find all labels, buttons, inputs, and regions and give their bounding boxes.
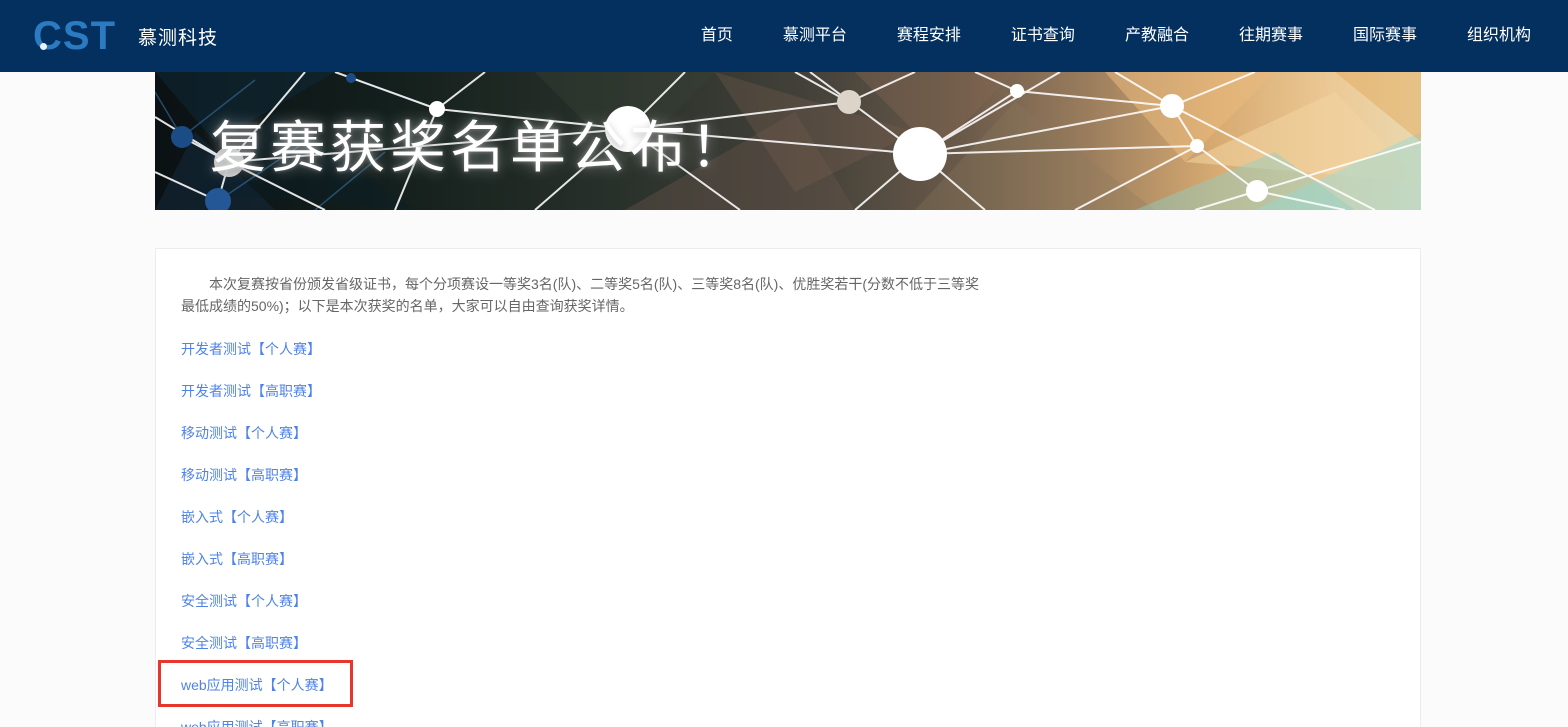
award-link-row: 嵌入式【高职赛】	[181, 550, 1395, 569]
award-link[interactable]: 安全测试【个人赛】	[181, 593, 307, 609]
award-link-row: 安全测试【个人赛】	[181, 592, 1395, 611]
award-link[interactable]: 嵌入式【个人赛】	[181, 509, 293, 525]
brand-logo[interactable]: CST 慕测科技	[33, 16, 218, 56]
award-link-row: 移动测试【高职赛】	[181, 466, 1395, 485]
award-link-row: 开发者测试【高职赛】	[181, 382, 1395, 401]
brand-name: 慕测科技	[138, 23, 218, 50]
award-link[interactable]: 开发者测试【个人赛】	[181, 341, 321, 357]
intro-line-2: 最低成绩的50%)；以下是本次获奖的名单，大家可以自由查询获奖详情。	[181, 295, 1395, 317]
nav-item[interactable]: 国际赛事	[1328, 0, 1442, 72]
award-link[interactable]: web应用测试【高职赛】	[181, 719, 333, 727]
intro-line-1: 本次复赛按省份颁发省级证书，每个分项赛设一等奖3名(队)、二等奖5名(队)、三等…	[181, 273, 1395, 295]
award-link-row: 开发者测试【个人赛】	[181, 340, 1395, 359]
intro-paragraph: 本次复赛按省份颁发省级证书，每个分项赛设一等奖3名(队)、二等奖5名(队)、三等…	[181, 273, 1395, 317]
nav-item[interactable]: 产教融合	[1100, 0, 1214, 72]
award-link[interactable]: 移动测试【高职赛】	[181, 467, 307, 483]
nav-item[interactable]: 慕测平台	[758, 0, 872, 72]
award-link-row: web应用测试【高职赛】	[181, 718, 1395, 727]
award-link[interactable]: 开发者测试【高职赛】	[181, 383, 321, 399]
award-link[interactable]: 移动测试【个人赛】	[181, 425, 307, 441]
award-link-row: 移动测试【个人赛】	[181, 424, 1395, 443]
award-link[interactable]: web应用测试【个人赛】	[181, 677, 333, 693]
award-announcement-card: 本次复赛按省份颁发省级证书，每个分项赛设一等奖3名(队)、二等奖5名(队)、三等…	[155, 248, 1421, 727]
top-navbar: CST 慕测科技 首页慕测平台赛程安排证书查询产教融合往期赛事国际赛事组织机构	[0, 0, 1568, 72]
banner-title: 复赛获奖名单公布！	[210, 103, 750, 184]
award-link[interactable]: 嵌入式【高职赛】	[181, 551, 293, 567]
hero-banner: 复赛获奖名单公布！	[155, 72, 1421, 210]
award-link-list: 开发者测试【个人赛】开发者测试【高职赛】移动测试【个人赛】移动测试【高职赛】嵌入…	[181, 340, 1395, 727]
nav-item[interactable]: 首页	[676, 0, 758, 72]
logo-dot-icon	[40, 43, 47, 50]
award-link-row: web应用测试【个人赛】	[181, 676, 1395, 695]
nav-item[interactable]: 组织机构	[1442, 0, 1556, 72]
award-link-row: 嵌入式【个人赛】	[181, 508, 1395, 527]
award-link[interactable]: 安全测试【高职赛】	[181, 635, 307, 651]
nav-item[interactable]: 往期赛事	[1214, 0, 1328, 72]
nav-item[interactable]: 证书查询	[986, 0, 1100, 72]
nav-item[interactable]: 赛程安排	[872, 0, 986, 72]
cst-logo-icon: CST	[33, 16, 116, 56]
award-link-row: 安全测试【高职赛】	[181, 634, 1395, 653]
nav-menu: 首页慕测平台赛程安排证书查询产教融合往期赛事国际赛事组织机构	[676, 0, 1568, 72]
